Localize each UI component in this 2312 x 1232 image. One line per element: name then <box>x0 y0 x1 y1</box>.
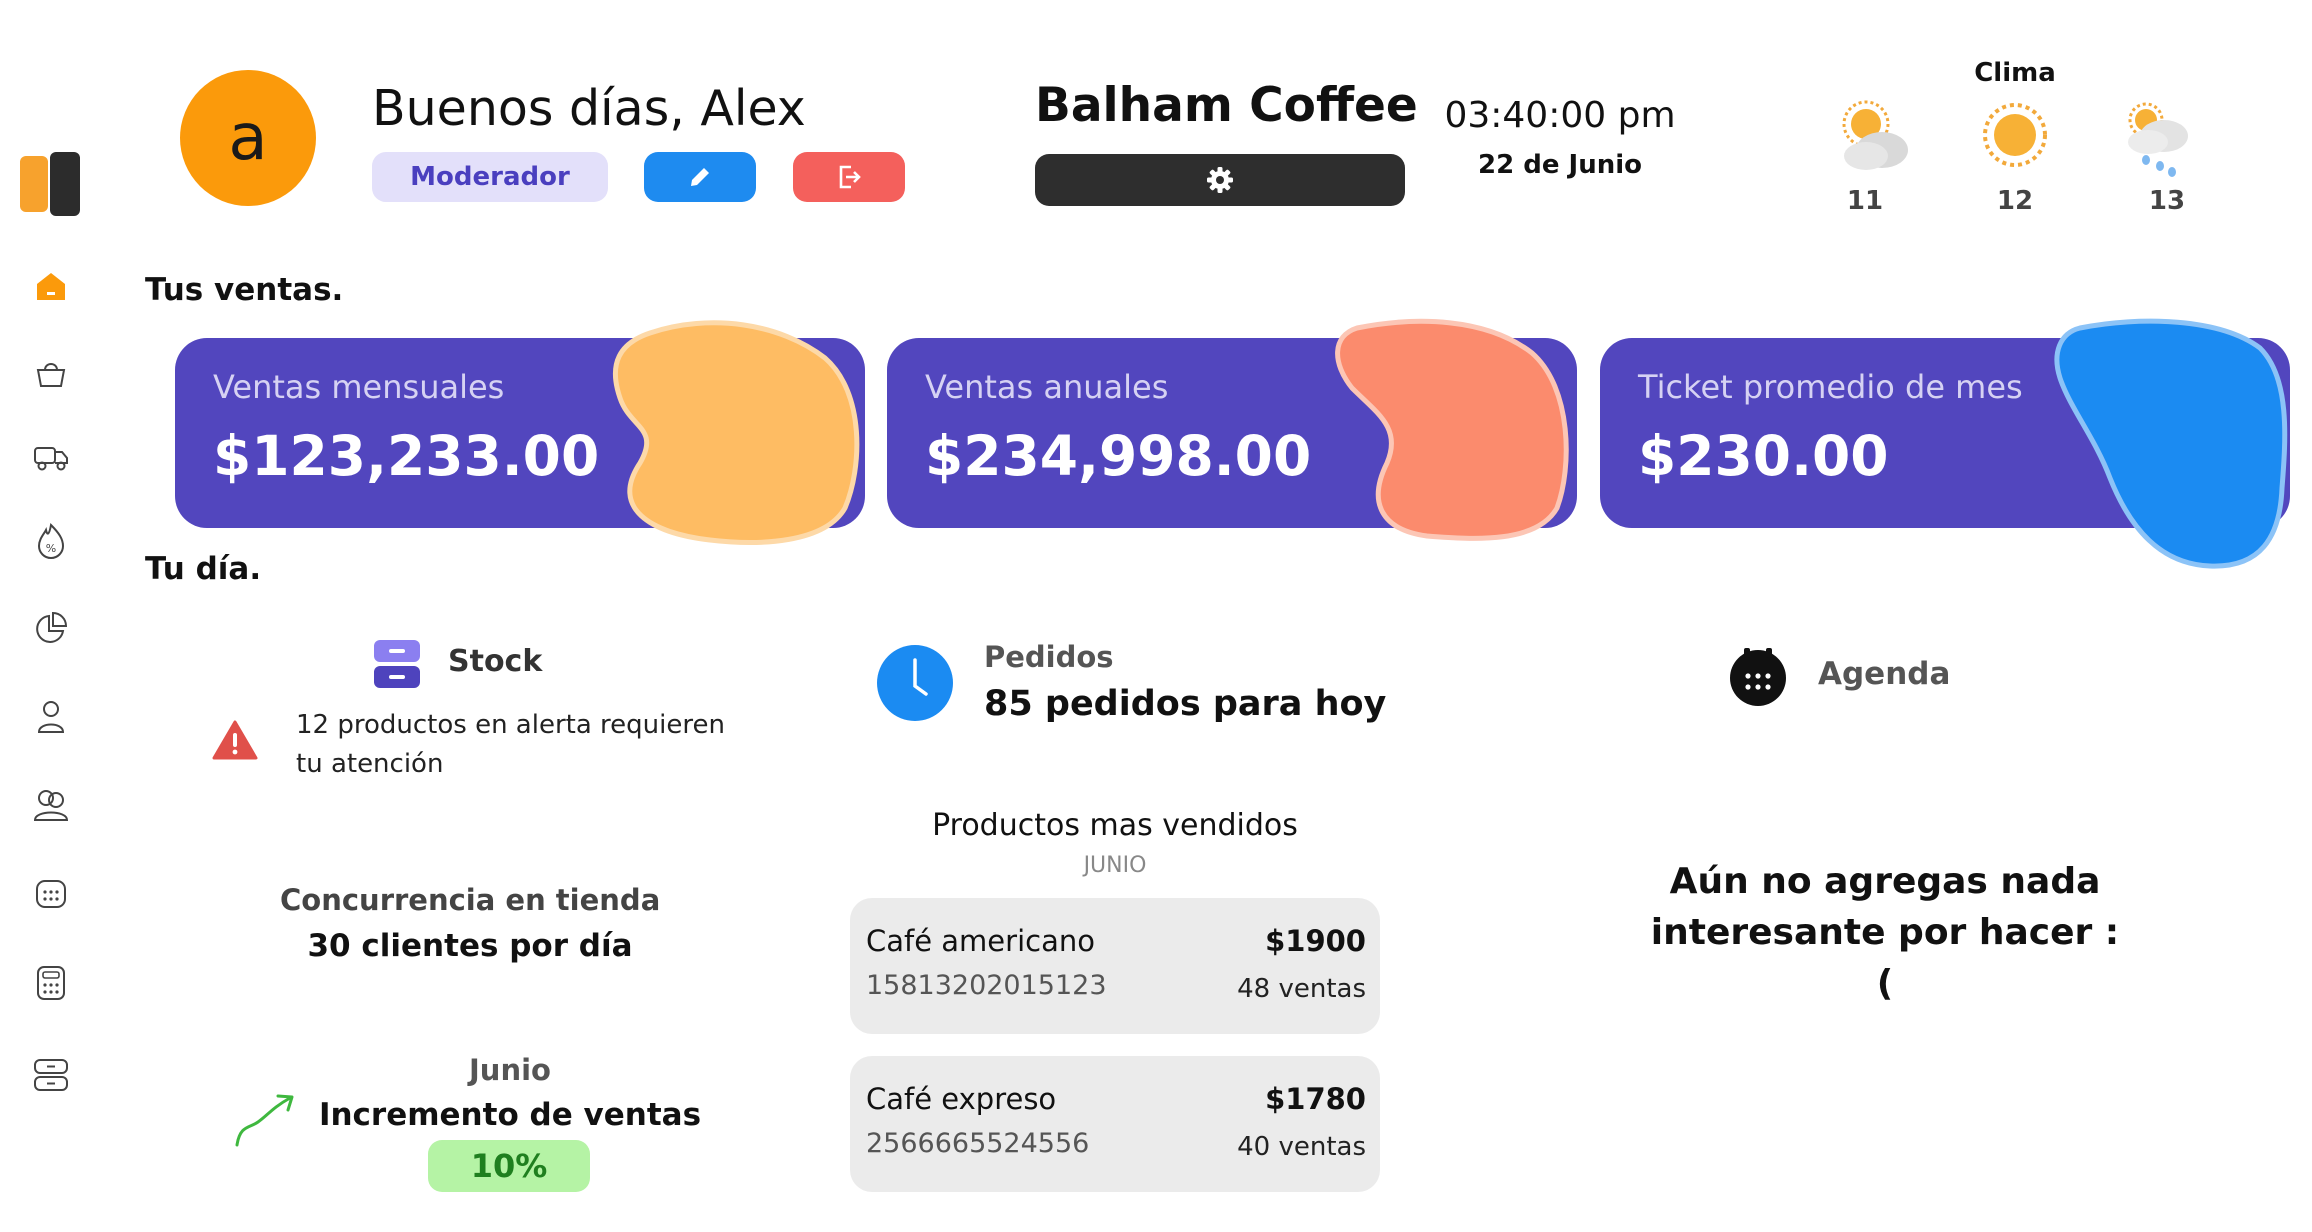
card-label: Ventas anuales <box>925 368 1169 406</box>
decorative-blob <box>1335 318 1569 541</box>
sales-increase-label: Incremento de ventas <box>318 1097 702 1133</box>
sun-icon <box>1980 100 2050 174</box>
store-name: Balham Coffee <box>1035 78 1418 133</box>
decorative-blob <box>2054 318 2288 569</box>
inventory-icon[interactable] <box>30 1054 72 1096</box>
agenda-title: Agenda <box>1818 656 1951 692</box>
greeting: Buenos días, Alex <box>372 80 806 137</box>
orders-title: Pedidos <box>984 640 1114 674</box>
app-logo[interactable] <box>20 150 82 218</box>
orders-value: 85 pedidos para hoy <box>984 684 1387 724</box>
agenda-calendar-icon <box>1728 646 1788 710</box>
warning-icon <box>212 720 258 764</box>
logout-button[interactable] <box>793 152 905 202</box>
product-price: $1900 <box>1265 924 1366 958</box>
stock-title: Stock <box>448 644 543 679</box>
clock-icon <box>876 644 954 726</box>
role-badge: Moderador <box>372 152 608 202</box>
logout-icon <box>839 165 861 189</box>
avatar-letter: a <box>228 101 268 175</box>
pencil-icon <box>691 168 709 186</box>
svg-text:%: % <box>46 542 56 555</box>
users-group-icon[interactable] <box>30 784 72 826</box>
pie-chart-icon[interactable] <box>30 608 72 650</box>
partly-cloudy-icon <box>1836 94 1916 184</box>
top-products-title: Productos mas vendidos <box>932 808 1298 843</box>
card-annual-sales[interactable]: Ventas anuales $234,998.00 <box>887 318 1577 548</box>
weather-day-1: 11 <box>1846 186 1884 216</box>
sales-increase-badge: 10% <box>428 1140 590 1192</box>
agenda-empty-message: Aún no agregas nada interesante por hace… <box>1650 861 2120 1004</box>
user-icon[interactable] <box>30 696 72 738</box>
stock-icon <box>372 638 422 694</box>
store-traffic-value: 30 clientes por día <box>307 928 633 964</box>
card-monthly-sales[interactable]: Ventas mensuales $123,233.00 <box>175 318 865 548</box>
product-sales: 40 ventas <box>1237 1132 1366 1162</box>
product-name: Café americano <box>866 924 1095 958</box>
home-icon[interactable] <box>30 266 72 308</box>
day-section-title: Tu día. <box>145 551 262 587</box>
product-card[interactable]: Café expreso 2566665524556 $1780 40 vent… <box>850 1056 1380 1192</box>
delivery-truck-icon[interactable] <box>30 436 72 478</box>
increase-month: Junio <box>469 1053 551 1087</box>
product-name: Café expreso <box>866 1082 1057 1116</box>
product-card[interactable]: Café americano 15813202015123 $1900 48 v… <box>850 898 1380 1034</box>
avatar[interactable]: a <box>180 70 316 206</box>
stock-alert-text: 12 productos en alerta requieren tu aten… <box>296 710 725 779</box>
sales-section-title: Tus ventas. <box>145 272 344 308</box>
hot-deals-icon[interactable]: % <box>30 520 72 562</box>
rain-cloud-icon <box>2120 96 2200 184</box>
product-price: $1780 <box>1265 1082 1366 1116</box>
weather-day-2: 12 <box>1996 186 2034 216</box>
sidebar: % <box>0 0 110 1232</box>
trend-up-icon <box>232 1090 298 1154</box>
card-label: Ventas mensuales <box>213 368 505 406</box>
store-traffic-label: Concurrencia en tienda <box>280 883 661 917</box>
card-average-ticket[interactable]: Ticket promedio de mes $230.00 <box>1600 318 2290 578</box>
top-products-subtitle: JUNIO <box>1083 853 1147 878</box>
weather-day-3: 13 <box>2148 186 2186 216</box>
card-value: $123,233.00 <box>213 424 600 488</box>
shopping-bag-icon[interactable] <box>30 352 72 394</box>
calculator-icon[interactable] <box>30 962 72 1004</box>
decorative-blob <box>613 320 860 545</box>
card-value: $234,998.00 <box>925 424 1312 488</box>
card-value: $230.00 <box>1638 424 1889 488</box>
weather-title: Clima <box>1974 58 2056 88</box>
gear-icon <box>1207 167 1233 193</box>
card-label: Ticket promedio de mes <box>1638 368 2023 406</box>
product-code: 2566665524556 <box>866 1128 1090 1159</box>
product-sales: 48 ventas <box>1237 974 1366 1004</box>
clock-date: 22 de Junio <box>1478 150 1642 180</box>
product-code: 15813202015123 <box>866 970 1107 1001</box>
edit-profile-button[interactable] <box>644 152 756 202</box>
calendar-icon[interactable] <box>30 872 72 914</box>
settings-button[interactable] <box>1035 154 1405 206</box>
clock-time: 03:40:00 pm <box>1444 95 1676 136</box>
